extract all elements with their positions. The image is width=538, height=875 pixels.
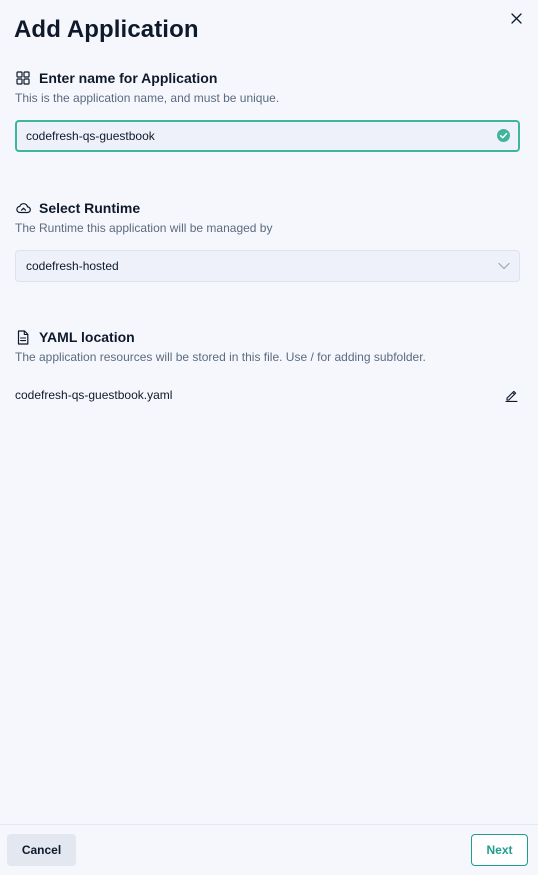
yaml-location-row: codefresh-qs-guestbook.yaml (15, 388, 520, 402)
runtime-section-description: The Runtime this application will be man… (15, 221, 273, 235)
cancel-button[interactable]: Cancel (7, 834, 76, 866)
close-icon (510, 12, 522, 24)
pencil-icon (504, 390, 518, 402)
chevron-down-icon (498, 262, 510, 270)
runtime-section-header: Select Runtime (15, 198, 520, 218)
runtime-select[interactable]: codefresh-hosted (15, 250, 520, 282)
dialog-footer: Cancel Next (0, 824, 538, 875)
dialog-title: Add Application (14, 16, 199, 43)
runtime-select-value: codefresh-hosted (26, 259, 119, 273)
yaml-section: YAML location The application resources … (15, 327, 520, 402)
yaml-section-description: The application resources will be stored… (15, 350, 426, 364)
cloud-icon (15, 200, 31, 216)
runtime-section: Select Runtime The Runtime this applicat… (15, 198, 520, 282)
close-button[interactable] (508, 10, 524, 26)
name-section-description: This is the application name, and must b… (15, 91, 280, 105)
application-name-input[interactable] (15, 120, 520, 152)
grid-icon (15, 70, 31, 86)
name-section-header: Enter name for Application (15, 68, 520, 88)
name-field-wrapper (15, 120, 520, 152)
yaml-filename: codefresh-qs-guestbook.yaml (15, 388, 173, 402)
yaml-section-header: YAML location (15, 327, 520, 347)
check-circle-icon (497, 129, 510, 142)
next-button[interactable]: Next (471, 834, 528, 866)
yaml-section-title: YAML location (39, 329, 135, 345)
name-section: Enter name for Application This is the a… (15, 68, 520, 152)
edit-yaml-button[interactable] (504, 388, 518, 402)
runtime-section-title: Select Runtime (39, 200, 141, 216)
file-icon (15, 329, 31, 345)
name-section-title: Enter name for Application (39, 70, 218, 86)
